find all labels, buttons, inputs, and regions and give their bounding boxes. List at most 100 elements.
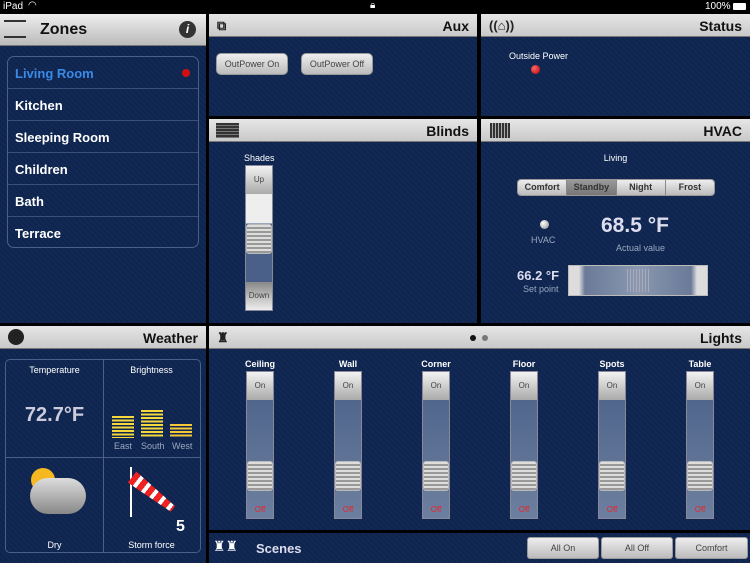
weather-sensor-icon xyxy=(8,329,24,345)
weather-condition: Dry xyxy=(47,540,62,550)
zone-item-sleeping-room[interactable]: Sleeping Room xyxy=(8,121,198,153)
active-indicator-icon xyxy=(182,69,190,77)
scenes-title: Scenes xyxy=(256,541,302,556)
device-label: iPad xyxy=(3,1,24,12)
aux-header: ⧉ Aux xyxy=(209,14,477,37)
scene-comfort-button[interactable]: Comfort xyxy=(675,537,748,559)
light-slider-floor[interactable]: On Off xyxy=(510,371,538,519)
light-slider-table[interactable]: On Off xyxy=(686,371,714,519)
info-icon[interactable]: i xyxy=(179,21,196,38)
light-slider-corner[interactable]: On Off xyxy=(422,371,450,519)
mode-night[interactable]: Night xyxy=(615,180,665,195)
aux-title: Aux xyxy=(442,18,469,34)
status-title: Status xyxy=(699,18,742,34)
light-slider-thumb[interactable] xyxy=(599,461,625,491)
shades-down-button[interactable]: Down xyxy=(246,282,272,310)
zones-panel: Zones i Living Room Kitchen Sleeping Roo… xyxy=(0,14,206,323)
light-slider-wall[interactable]: On Off xyxy=(334,371,362,519)
setpoint-label: Set point xyxy=(523,284,559,294)
zones-list: Living Room Kitchen Sleeping Room Childr… xyxy=(7,56,199,248)
scenes-icon: ♜♜ xyxy=(213,538,239,554)
battery-icon xyxy=(733,3,746,10)
mode-comfort[interactable]: Comfort xyxy=(518,180,567,195)
lights-header: ♜ Lights xyxy=(209,326,750,349)
shades-label: Shades xyxy=(244,153,275,163)
scenes-bar: ♜♜ Scenes All On All Off Comfort xyxy=(209,533,750,563)
lights-panel: ♜ Lights Ceiling On Off Wall On Off Corn… xyxy=(209,326,750,530)
status-header: ((⌂)) Status xyxy=(481,14,750,37)
brightness-west-label: West xyxy=(172,441,193,451)
lamp-icon: ♜ xyxy=(217,330,229,345)
light-off-label: Off xyxy=(518,505,530,514)
cloud-icon xyxy=(30,478,86,514)
setpoint-slider-thumb[interactable] xyxy=(627,269,651,292)
shades-slider[interactable]: Up Down xyxy=(245,165,273,311)
hvac-mode-segmented-control: Comfort Standby Night Frost xyxy=(517,179,715,196)
outpower-on-button[interactable]: OutPower On xyxy=(216,53,288,75)
light-on-button[interactable]: On xyxy=(687,372,713,400)
blinds-panel: Blinds Shades Up Down xyxy=(209,119,477,323)
temperature-value: 72.7°F xyxy=(24,404,85,426)
page-dot-active[interactable] xyxy=(470,335,476,341)
temperature-label: Temperature xyxy=(29,365,80,375)
light-slider-ceiling[interactable]: On Off xyxy=(246,371,274,519)
mode-frost[interactable]: Frost xyxy=(664,180,714,195)
zone-item-bath[interactable]: Bath xyxy=(8,185,198,217)
light-on-button[interactable]: On xyxy=(247,372,273,400)
light-off-label: Off xyxy=(694,505,706,514)
setpoint-value: 66.2 °F xyxy=(517,268,560,283)
light-label-ceiling: Ceiling xyxy=(244,359,275,369)
zones-header: Zones i xyxy=(0,14,206,46)
brightness-bar-south xyxy=(141,410,163,438)
hvac-title: HVAC xyxy=(703,123,742,139)
light-slider-spots[interactable]: On Off xyxy=(598,371,626,519)
weather-header: Weather xyxy=(0,326,206,349)
hvac-header: HVAC xyxy=(481,119,750,142)
light-on-button[interactable]: On xyxy=(599,372,625,400)
zone-item-children[interactable]: Children xyxy=(8,153,198,185)
light-label-wall: Wall xyxy=(338,359,358,369)
zone-item-kitchen[interactable]: Kitchen xyxy=(8,89,198,121)
light-on-button[interactable]: On xyxy=(335,372,361,400)
light-slider-thumb[interactable] xyxy=(423,461,449,491)
light-label-table: Table xyxy=(688,359,712,369)
shades-slider-thumb[interactable] xyxy=(246,224,272,254)
brightness-bar-west xyxy=(170,424,192,438)
light-on-button[interactable]: On xyxy=(511,372,537,400)
shades-up-button[interactable]: Up xyxy=(246,166,272,194)
brightness-label: Brightness xyxy=(130,365,173,375)
light-on-button[interactable]: On xyxy=(423,372,449,400)
setpoint-slider[interactable] xyxy=(568,265,708,296)
zone-item-living-room[interactable]: Living Room xyxy=(8,57,198,89)
home-signal-icon: ((⌂)) xyxy=(489,18,515,33)
outside-power-indicator-icon xyxy=(531,65,540,74)
actual-value-label: Actual value xyxy=(616,243,666,253)
blinds-icon xyxy=(216,123,239,138)
light-slider-thumb[interactable] xyxy=(335,461,361,491)
weather-title: Weather xyxy=(143,330,198,346)
radiator-icon xyxy=(490,123,510,138)
zone-item-terrace[interactable]: Terrace xyxy=(8,217,198,247)
scene-all-on-button[interactable]: All On xyxy=(527,537,599,559)
light-slider-thumb[interactable] xyxy=(687,461,713,491)
status-panel: ((⌂)) Status Outside Power xyxy=(481,14,750,116)
light-slider-thumb[interactable] xyxy=(247,461,273,491)
aux-panel: ⧉ Aux OutPower On OutPower Off xyxy=(209,14,477,116)
page-dot[interactable] xyxy=(482,335,488,341)
light-label-floor: Floor xyxy=(512,359,536,369)
hvac-indicator-icon xyxy=(540,220,549,229)
hvac-indicator-label: HVAC xyxy=(531,235,556,245)
mode-standby[interactable]: Standby xyxy=(566,180,616,195)
hvac-zone-label: Living xyxy=(603,153,628,163)
outside-power-label: Outside Power xyxy=(509,51,569,61)
light-slider-thumb[interactable] xyxy=(511,461,537,491)
outpower-off-button[interactable]: OutPower Off xyxy=(301,53,373,75)
windsock-sock xyxy=(128,471,178,514)
light-label-corner: Corner xyxy=(421,359,451,369)
scene-all-off-button[interactable]: All Off xyxy=(601,537,673,559)
zone-label: Living Room xyxy=(15,66,94,81)
light-off-label: Off xyxy=(606,505,618,514)
light-off-label: Off xyxy=(254,505,266,514)
brightness-south-label: South xyxy=(141,441,165,451)
brightness-bar-east xyxy=(112,416,134,438)
